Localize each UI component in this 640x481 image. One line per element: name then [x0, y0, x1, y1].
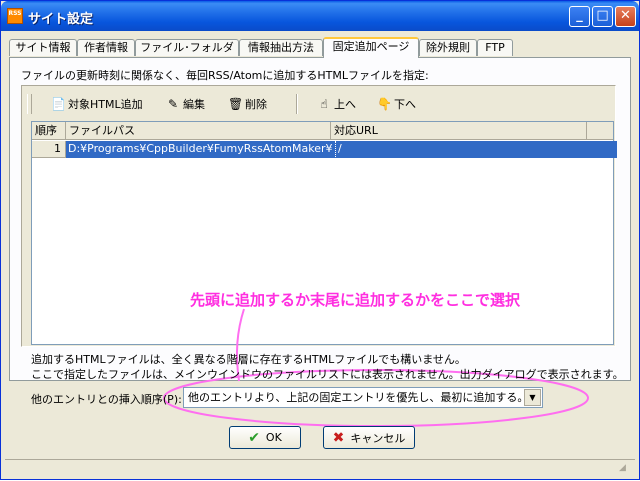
insert-order-select[interactable]: 他のエントリより、上記の固定エントリを優先し、最初に追加する。 ▼: [183, 387, 543, 408]
cancel-button[interactable]: ✖ キャンセル: [323, 426, 415, 449]
ok-button[interactable]: ✔ OK: [229, 426, 301, 449]
tab-fixed-pages[interactable]: 固定追加ページ: [323, 37, 419, 58]
checkmark-icon: ✔: [248, 429, 260, 446]
cross-icon: ✖: [332, 429, 345, 446]
resize-grip-icon[interactable]: ◢: [619, 463, 631, 475]
insert-order-label: 他のエントリとの挿入順序(P):: [31, 393, 182, 406]
note-line-2: ここで指定したファイルは、メインウインドウのファイルリストには表示されません。出…: [31, 368, 624, 381]
insert-order-value: 他のエントリより、上記の固定エントリを優先し、最初に追加する。: [188, 391, 529, 404]
annotation-overlay: [163, 308, 589, 427]
status-bar: ◢: [5, 459, 635, 478]
ok-label: OK: [265, 431, 282, 444]
annotation-text: 先頭に追加するか末尾に追加するかをここで選択: [190, 291, 521, 309]
cancel-label: キャンセル: [350, 431, 406, 445]
site-settings-dialog: RSS サイト設定 _ □ ✕ サイト情報 作者情報 ファイル･フォルダ 情報抽…: [0, 0, 640, 480]
note-line-1: 追加するHTMLファイルは、全く異なる階層に存在するHTMLファイルでも構いませ…: [31, 353, 466, 366]
chevron-down-icon[interactable]: ▼: [524, 389, 541, 406]
